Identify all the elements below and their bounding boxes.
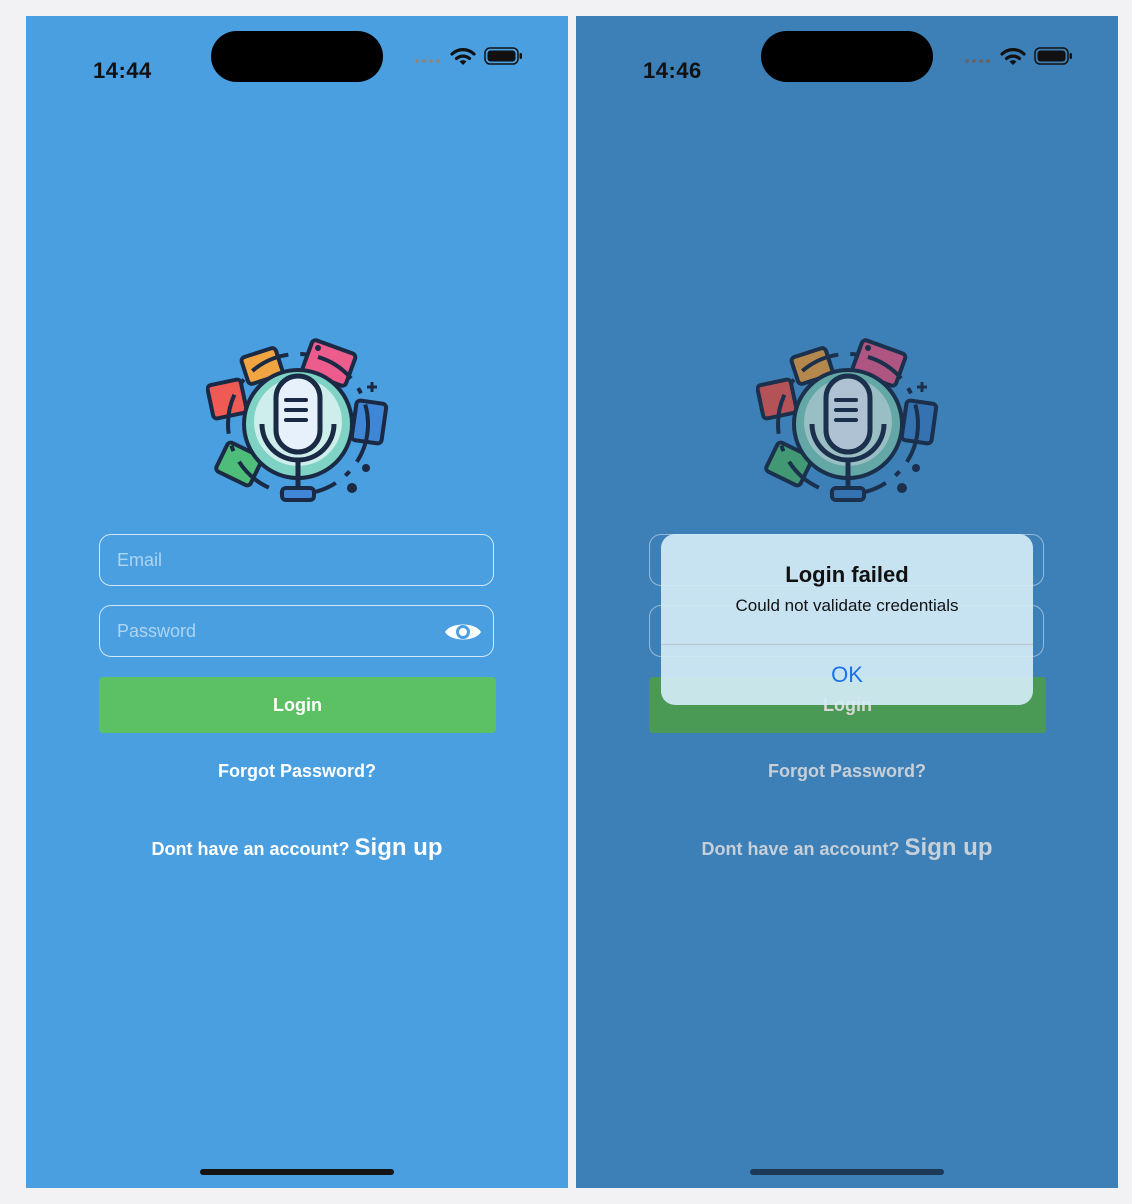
alert-message: Could not validate credentials — [735, 596, 959, 615]
email-field[interactable] — [99, 534, 494, 586]
battery-icon — [484, 47, 522, 65]
signup-prompt: Dont have an account? — [151, 839, 350, 859]
dynamic-island — [211, 31, 383, 82]
login-button[interactable]: Login — [99, 677, 496, 733]
home-indicator — [750, 1169, 944, 1175]
wifi-icon — [1000, 48, 1026, 65]
battery-icon — [1034, 47, 1072, 65]
signup-prompt: Dont have an account? — [701, 839, 900, 859]
forgot-password-link: Forgot Password? — [767, 761, 926, 781]
email-input[interactable] — [100, 535, 493, 585]
signup-link[interactable]: Sign up — [355, 834, 443, 861]
password-input[interactable] — [100, 606, 493, 656]
alert-ok-button[interactable]: OK — [661, 645, 1033, 705]
login-failed-alert: Login failed Could not validate credenti… — [661, 534, 1033, 705]
login-screen: 14:44 Email Login Forgot Password? Dont … — [26, 16, 568, 1188]
eye-icon[interactable] — [443, 617, 483, 647]
status-time: 14:44 — [93, 58, 152, 83]
podcast-microphone-logo — [756, 338, 939, 502]
signup-link: Sign up — [904, 834, 993, 861]
password-field[interactable] — [99, 605, 494, 657]
home-indicator — [200, 1169, 394, 1175]
podcast-microphone-logo — [206, 338, 389, 502]
wifi-icon — [450, 48, 476, 65]
forgot-password-link[interactable]: Forgot Password? — [26, 761, 568, 782]
signup-row: Dont have an account? Sign up — [576, 834, 1118, 862]
signal-dots-icon — [965, 59, 990, 63]
login-failed-screen: 14:46 Login Forgot Password? Dont have a… — [576, 16, 1118, 1188]
alert-title: Login failed — [785, 562, 909, 587]
dynamic-island — [761, 31, 933, 82]
signup-row: Dont have an account? Sign up — [26, 834, 568, 862]
signal-dots-icon — [415, 59, 440, 63]
status-time: 14:46 — [643, 58, 702, 83]
